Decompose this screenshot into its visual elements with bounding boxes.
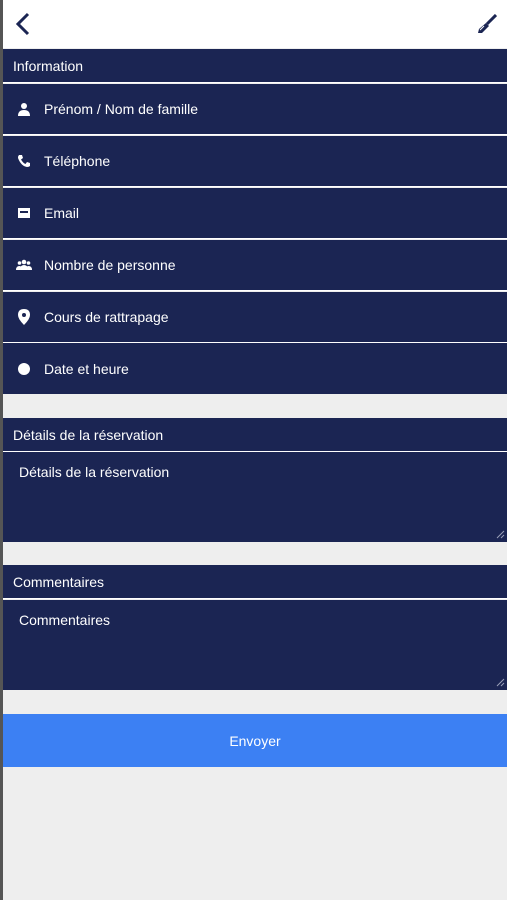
paint-brush-button[interactable] [473, 10, 501, 38]
email-field-label: Email [44, 205, 80, 221]
person-icon [4, 99, 44, 119]
details-placeholder: Détails de la réservation [19, 464, 170, 480]
course-field-label: Cours de rattrapage [44, 309, 169, 325]
email-field[interactable]: Email [3, 188, 507, 239]
back-button[interactable] [9, 8, 37, 40]
comments-textarea[interactable]: Commentaires [3, 600, 507, 690]
name-field[interactable]: Prénom / Nom de famille [3, 84, 507, 135]
resize-grip-icon[interactable] [495, 529, 505, 539]
phone-icon [4, 151, 44, 171]
course-field[interactable]: Cours de rattrapage [3, 292, 507, 343]
details-header: Détails de la réservation [3, 418, 507, 452]
dot-icon [4, 359, 44, 379]
send-button[interactable]: Envoyer [3, 714, 507, 767]
information-header: Information [3, 49, 507, 83]
map-pin-icon [4, 307, 44, 327]
people-count-field[interactable]: Nombre de personne [3, 240, 507, 291]
details-title: Détails de la réservation [13, 426, 164, 443]
name-field-label: Prénom / Nom de famille [44, 101, 199, 117]
datetime-field[interactable]: Date et heure [3, 343, 507, 394]
email-icon [4, 203, 44, 223]
datetime-field-label: Date et heure [44, 360, 129, 377]
comments-header: Commentaires [3, 565, 507, 599]
send-button-label: Envoyer [229, 732, 281, 749]
phone-field-label: Téléphone [44, 153, 111, 169]
resize-grip-icon[interactable] [495, 677, 505, 687]
comments-title: Commentaires [13, 573, 105, 590]
top-bar [3, 0, 507, 48]
details-textarea[interactable]: Détails de la réservation [3, 452, 507, 542]
group-icon [4, 255, 44, 275]
paint-brush-icon [478, 14, 497, 33]
people-count-field-label: Nombre de personne [44, 257, 176, 273]
comments-placeholder: Commentaires [19, 612, 111, 628]
information-title: Information [13, 57, 84, 74]
phone-field[interactable]: Téléphone [3, 136, 507, 187]
chevron-left-icon [15, 12, 30, 36]
